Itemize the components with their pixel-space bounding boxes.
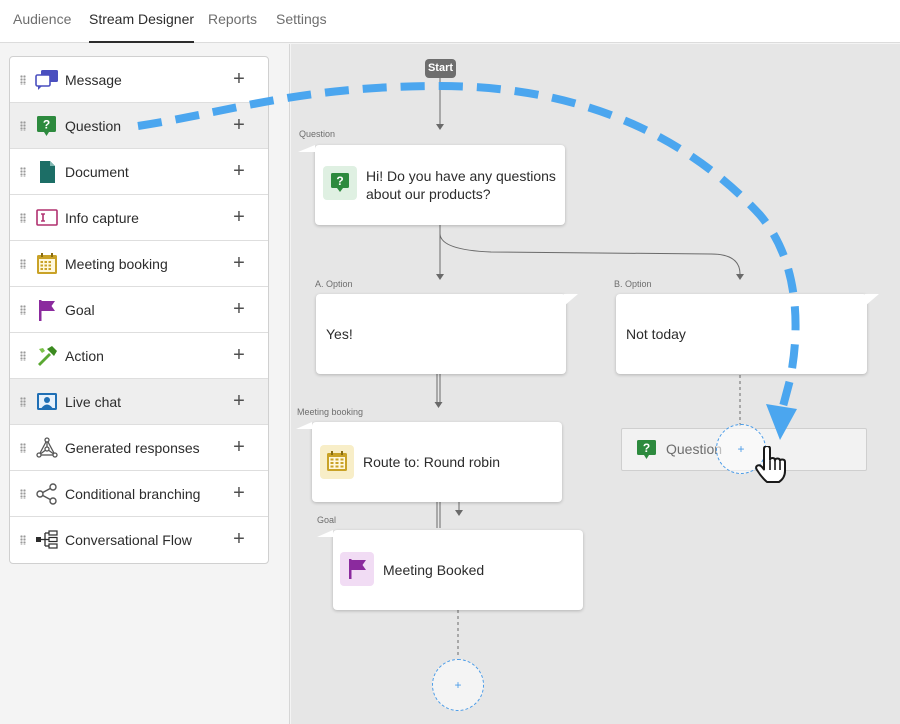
drag-handle-icon[interactable]: [20, 121, 26, 131]
sidebar-item-live-chat[interactable]: Live chat +: [10, 379, 268, 425]
drag-handle-icon[interactable]: [20, 397, 26, 407]
add-goal-button[interactable]: +: [232, 299, 246, 320]
drag-handle-icon[interactable]: [20, 305, 26, 315]
sidebar-item-label: Meeting booking: [65, 256, 168, 272]
dragged-item-label: Question: [666, 441, 723, 457]
hammer-icon: [35, 345, 59, 367]
meeting-node-type-label: Meeting booking: [297, 407, 364, 417]
sidebar-item-info-capture[interactable]: Info capture +: [10, 195, 268, 241]
live-chat-icon: [35, 391, 59, 413]
flag-icon: [35, 299, 59, 321]
sidebar-item-label: Goal: [65, 302, 95, 318]
add-meeting-booking-button[interactable]: +: [232, 253, 246, 274]
option-a-type-label: A. Option: [315, 279, 353, 289]
start-node: Start: [425, 59, 456, 78]
add-live-chat-button[interactable]: +: [232, 391, 246, 412]
tab-stream-designer[interactable]: Stream Designer: [89, 0, 195, 43]
sidebar-item-label: Conditional branching: [65, 486, 201, 502]
calendar-icon: [35, 253, 59, 275]
add-info-capture-button[interactable]: +: [232, 207, 246, 228]
add-step-button[interactable]: +: [432, 659, 484, 711]
goal-node-type-label: Goal: [317, 515, 337, 525]
card-tab: [564, 294, 578, 306]
share-icon: [35, 483, 59, 505]
info-capture-icon: [35, 207, 59, 229]
drag-handle-icon[interactable]: [20, 443, 26, 453]
flag-icon: [340, 552, 374, 586]
sidebar-item-message[interactable]: Message +: [10, 57, 268, 103]
flow-icon: [35, 529, 59, 551]
sidebar-item-document[interactable]: Document +: [10, 149, 268, 195]
sidebar-item-label: Message: [65, 72, 122, 88]
drag-handle-icon[interactable]: [20, 259, 26, 269]
sidebar-item-conversational-flow[interactable]: Conversational Flow +: [10, 517, 268, 563]
calendar-icon: [320, 445, 354, 479]
component-sidebar: Message + ? Question + Document + Info c…: [0, 44, 290, 724]
sidebar-item-label: Question: [65, 118, 122, 134]
add-document-button[interactable]: +: [232, 161, 246, 182]
message-icon: [35, 69, 59, 91]
flow-canvas[interactable]: Start Question ? Hi! Do you have any que…: [291, 44, 900, 724]
hand-cursor-icon: [755, 446, 786, 483]
question-icon: ?: [35, 115, 59, 137]
network-icon: [35, 437, 59, 459]
sidebar-item-label: Generated responses: [65, 440, 200, 456]
question-icon: ?: [323, 166, 357, 200]
card-tab: [296, 422, 312, 429]
add-generated-responses-button[interactable]: +: [232, 437, 246, 458]
option-a-card[interactable]: Yes!: [316, 294, 578, 374]
card-tab: [298, 145, 315, 152]
sidebar-item-conditional-branching[interactable]: Conditional branching +: [10, 471, 268, 517]
drag-handle-icon[interactable]: [20, 535, 26, 545]
sidebar-item-label: Document: [65, 164, 129, 180]
document-icon: [35, 161, 59, 183]
add-message-button[interactable]: +: [232, 69, 246, 90]
question-icon: ?: [636, 439, 658, 461]
sidebar-item-label: Live chat: [65, 394, 122, 410]
goal-node-text: Meeting Booked: [383, 562, 485, 578]
drag-handle-icon[interactable]: [20, 75, 26, 85]
sidebar-item-question[interactable]: ? Question +: [10, 103, 268, 149]
question-text-line-2: about our products?: [366, 186, 491, 202]
sidebar-item-generated-responses[interactable]: Generated responses +: [10, 425, 268, 471]
component-list: Message + ? Question + Document + Info c…: [9, 56, 269, 564]
sidebar-item-label: Action: [65, 348, 104, 364]
add-conversational-flow-button[interactable]: +: [232, 529, 246, 550]
option-b-type-label: B. Option: [614, 279, 652, 289]
question-text-line-1: Hi! Do you have any questions: [366, 168, 556, 184]
goal-node-card[interactable]: Meeting Booked: [317, 530, 583, 610]
drag-handle-icon[interactable]: [20, 351, 26, 361]
drag-handle-icon[interactable]: [20, 167, 26, 177]
top-navigation: Audience Stream Designer Reports Setting…: [0, 0, 900, 43]
sidebar-item-goal[interactable]: Goal +: [10, 287, 268, 333]
svg-text:?: ?: [43, 118, 50, 132]
svg-text:?: ?: [643, 441, 650, 455]
option-a-text: Yes!: [326, 326, 353, 342]
meeting-node-text: Route to: Round robin: [363, 454, 500, 470]
drag-handle-icon[interactable]: [20, 489, 26, 499]
svg-text:?: ?: [336, 174, 343, 188]
sidebar-item-label: Conversational Flow: [65, 532, 192, 548]
card-tab: [317, 530, 333, 537]
tab-audience[interactable]: Audience: [13, 0, 71, 43]
option-b-card[interactable]: Not today: [616, 294, 879, 374]
add-action-button[interactable]: +: [232, 345, 246, 366]
sidebar-item-action[interactable]: Action +: [10, 333, 268, 379]
option-b-text: Not today: [626, 326, 686, 342]
add-conditional-branching-button[interactable]: +: [232, 483, 246, 504]
add-question-button[interactable]: +: [232, 115, 246, 136]
question-node-type-label: Question: [299, 129, 336, 139]
meeting-node-card[interactable]: Route to: Round robin: [296, 422, 562, 502]
drag-handle-icon[interactable]: [20, 213, 26, 223]
card-tab: [865, 294, 879, 306]
tab-settings[interactable]: Settings: [276, 0, 327, 43]
question-node-card[interactable]: ? Hi! Do you have any questions about ou…: [298, 145, 565, 225]
sidebar-item-label: Info capture: [65, 210, 139, 226]
tab-reports[interactable]: Reports: [208, 0, 257, 43]
sidebar-item-meeting-booking[interactable]: Meeting booking +: [10, 241, 268, 287]
